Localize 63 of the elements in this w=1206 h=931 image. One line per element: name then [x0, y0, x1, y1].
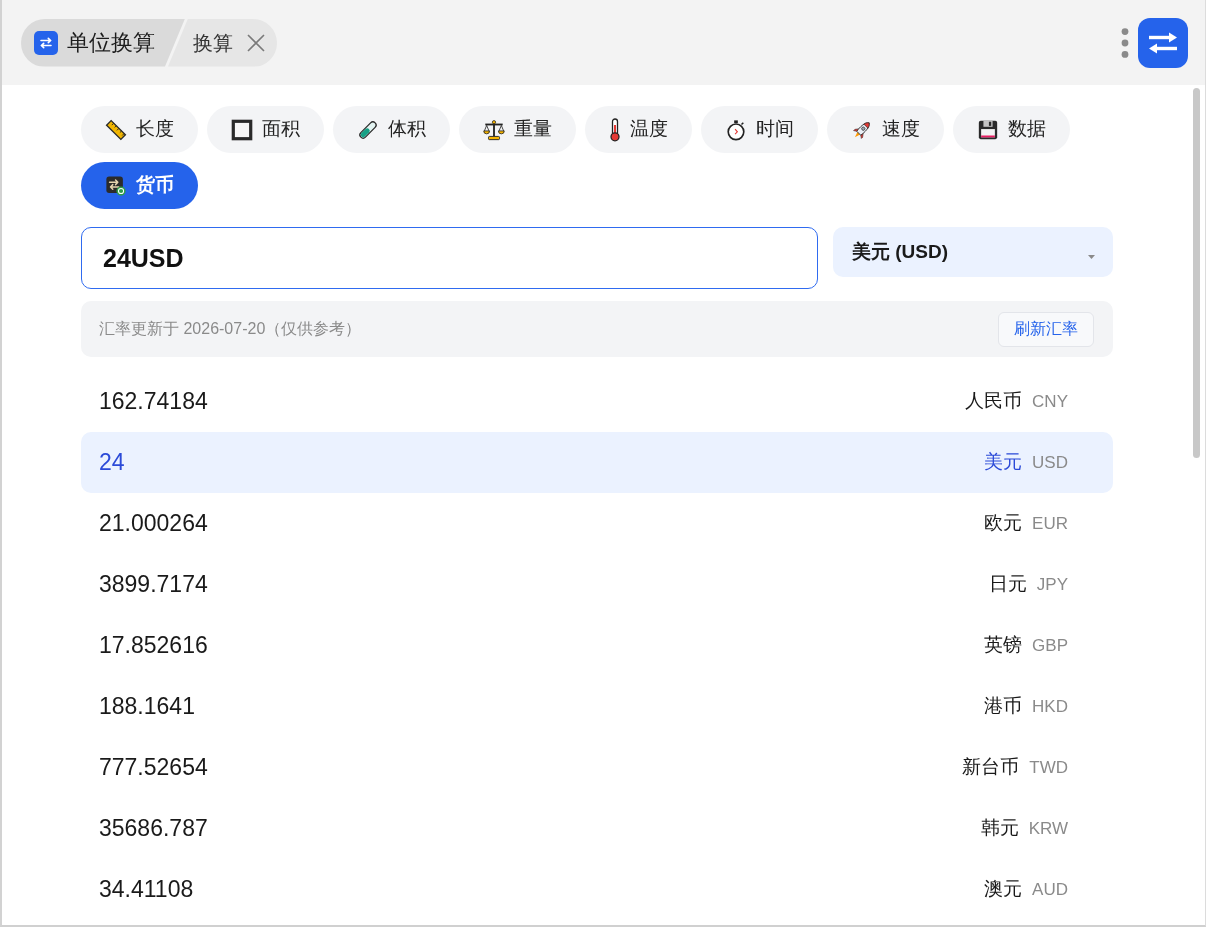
currency-code: CNY	[1032, 391, 1068, 414]
currency-code: KRW	[1028, 818, 1068, 841]
currency-code: JPY	[1036, 574, 1068, 597]
currency-code: AUD	[1032, 879, 1068, 902]
currency-name: 欧元	[984, 511, 1023, 536]
currency-code: HKD	[1032, 696, 1068, 719]
category-tab[interactable]: 温度	[585, 106, 692, 153]
more-menu-icon[interactable]	[1121, 27, 1129, 58]
app-breadcrumb[interactable]: 单位换算	[21, 18, 185, 67]
category-tab[interactable]: 时间	[701, 106, 818, 153]
converted-value: 21.000264	[99, 509, 208, 539]
converted-value: 3899.7174	[99, 570, 208, 600]
stopwatch-icon	[725, 118, 747, 141]
category-tab[interactable]: 货币	[81, 162, 198, 209]
converted-value: 34.41108	[99, 875, 194, 905]
currency-row[interactable]: 21.000264 欧元 EUR	[81, 493, 1113, 554]
currency-name: 日元	[988, 572, 1027, 597]
scrollbar-thumb[interactable]	[1193, 88, 1200, 458]
currency-row[interactable]: 777.52654 新台币 TWD	[81, 737, 1113, 798]
currency-name: 新台币	[962, 755, 1020, 780]
currency-row[interactable]: 3899.7174 日元 JPY	[81, 554, 1113, 615]
category-tab[interactable]: 体积	[333, 106, 450, 153]
converted-value: 24	[99, 448, 125, 478]
caret-icon	[1088, 255, 1095, 259]
swap-arrows-icon	[1147, 30, 1179, 55]
currency-row[interactable]: 188.1641 港币 HKD	[81, 676, 1113, 737]
currency-select[interactable]: 美元 (USD)	[833, 227, 1113, 277]
square-icon	[231, 118, 253, 141]
swap-button[interactable]	[1138, 17, 1188, 68]
rate-update-note: 汇率更新于 2026-07-20（仅供参考）	[99, 319, 362, 339]
currency-code: USD	[1032, 452, 1068, 475]
amount-input[interactable]: 24USD	[81, 227, 818, 289]
currency-code: EUR	[1032, 513, 1068, 536]
converted-value: 35686.787	[99, 814, 208, 844]
category-tab[interactable]: 数据	[953, 106, 1070, 153]
category-tab[interactable]: 长度	[81, 106, 198, 153]
currency-row[interactable]: 17.852616 英镑 GBP	[81, 615, 1113, 676]
swap-arrows-icon	[34, 30, 58, 55]
converted-value: 188.1641	[99, 692, 195, 722]
converted-value: 162.74184	[99, 387, 208, 417]
currency-name: 美元	[984, 450, 1023, 475]
currency-row[interactable]: 24 美元 USD	[81, 432, 1113, 493]
converted-value: 777.52654	[99, 753, 208, 783]
currency-name: 韩元	[980, 816, 1019, 841]
currency-name: 澳元	[984, 877, 1023, 902]
thermometer-icon	[609, 117, 621, 142]
balance-scale-icon	[483, 118, 505, 141]
currency-row[interactable]: 35686.787 韩元 KRW	[81, 798, 1113, 859]
currency-name: 英镑	[984, 633, 1023, 658]
currency-name: 人民币	[965, 389, 1023, 414]
currency-row[interactable]: 34.41108 澳元 AUD	[81, 859, 1113, 920]
category-tab[interactable]: 面积	[207, 106, 324, 153]
currency-row[interactable]: 162.74184 人民币 CNY	[81, 371, 1113, 432]
category-tab[interactable]: 重量	[459, 106, 576, 153]
close-icon[interactable]	[246, 32, 266, 53]
currency-exchange-icon	[105, 174, 127, 197]
converted-value: 17.852616	[99, 631, 208, 661]
currency-code: GBP	[1032, 635, 1068, 658]
currency-code: TWD	[1029, 757, 1068, 780]
category-tab[interactable]: 速度	[827, 106, 944, 153]
refresh-rates-button[interactable]: 刷新汇率	[998, 311, 1094, 347]
currency-name: 港币	[984, 694, 1023, 719]
page-tab[interactable]: 换算	[168, 18, 277, 67]
